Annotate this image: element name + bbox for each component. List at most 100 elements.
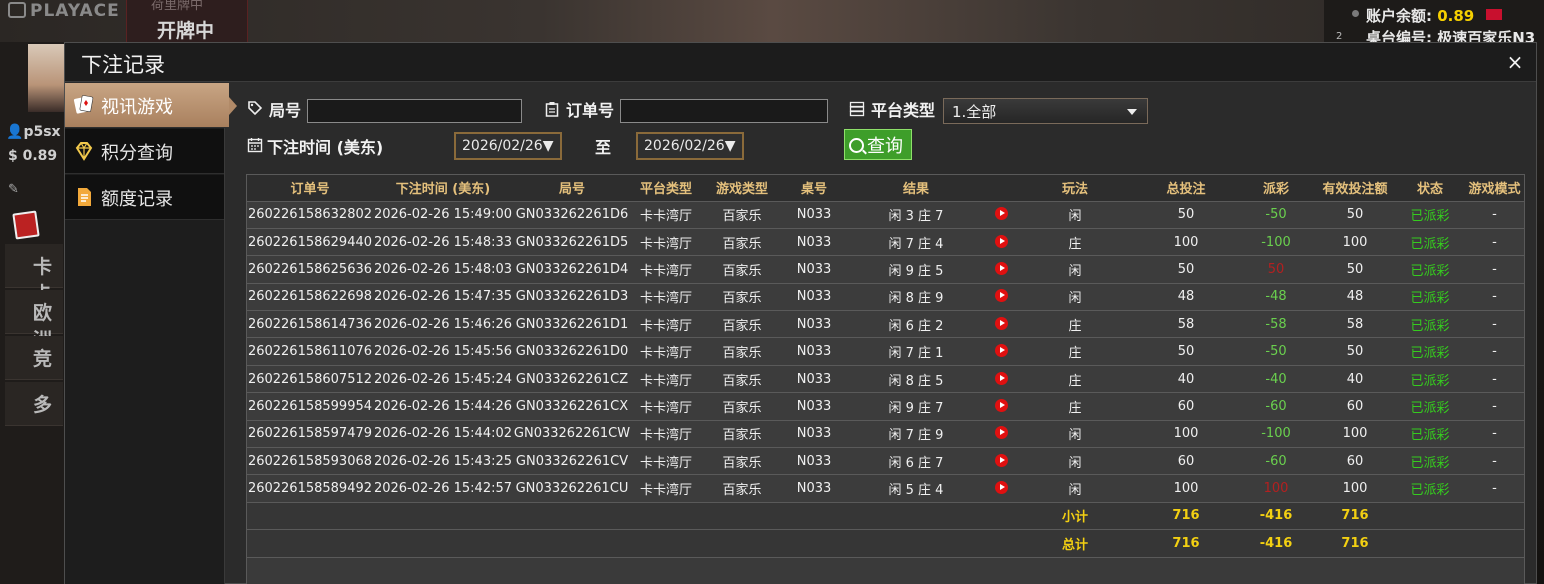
table-row[interactable]: 260226158607512 2026-02-26 15:45:24 GN0332… — [247, 365, 1524, 394]
game-type-cell: 百家乐 — [701, 365, 783, 394]
play-video-icon[interactable] — [994, 371, 1008, 385]
total-bet-cell: 100 — [1135, 420, 1237, 449]
order-id-cell: 260226158597479 — [247, 420, 373, 449]
replay-cell — [987, 337, 1015, 366]
result-cell: 闲 7 庄 4 — [845, 228, 987, 257]
round-input[interactable] — [307, 99, 522, 123]
table-row[interactable]: 260226158597479 2026-02-26 15:44:02 GN0332… — [247, 420, 1524, 449]
result-cell: 闲 3 庄 7 — [845, 201, 987, 229]
order-number-input[interactable] — [620, 99, 828, 123]
game-type-cell: 百家乐 — [701, 420, 783, 449]
status-cell: 已派彩 — [1395, 420, 1465, 449]
close-icon[interactable]: × — [1505, 51, 1525, 73]
valid-bet-cell: 48 — [1315, 283, 1395, 312]
play-video-icon[interactable] — [994, 316, 1008, 330]
table-row[interactable]: 260226158629440 2026-02-26 15:48:33 GN0332… — [247, 228, 1524, 257]
date-separator: 至 — [595, 138, 612, 157]
table-row[interactable]: 260226158599954 2026-02-26 15:44:26 GN0332… — [247, 392, 1524, 421]
game-mode-cell: - — [1465, 310, 1524, 339]
column-header: 派彩 — [1237, 175, 1315, 202]
background-balance: $ 0.89 — [8, 148, 58, 164]
table-row[interactable]: 260226158593068 2026-02-26 15:43:25 GN0332… — [247, 447, 1524, 476]
background-side-item[interactable]: 欧洲厅 — [5, 290, 63, 378]
diamond-icon — [75, 142, 93, 161]
total-row: 总计 716 -416 716 — [247, 529, 1524, 558]
dealing-indicator: 荷里牌中 开牌中 — [126, 0, 248, 42]
table-row[interactable]: 260226158625636 2026-02-26 15:48:03 GN0332… — [247, 255, 1524, 284]
empty-cell — [1395, 502, 1524, 531]
status-cell: 已派彩 — [1395, 337, 1465, 366]
background-side-item[interactable]: 多 — [5, 382, 63, 426]
result-cell: 闲 9 庄 5 — [845, 255, 987, 284]
sidebar-item-points[interactable]: 积分查询 — [65, 129, 224, 174]
result-cell: 闲 7 庄 9 — [845, 420, 987, 449]
column-header: 局号 — [513, 175, 631, 202]
bet-time-cell: 2026-02-26 15:48:03 — [373, 255, 513, 284]
total-bet-cell: 40 — [1135, 365, 1237, 394]
result-cell: 闲 8 庄 9 — [845, 283, 987, 312]
table-number-cell: N033 — [783, 255, 845, 284]
date-to-picker[interactable]: 2026/02/26▼ — [636, 132, 744, 160]
bet-type-cell: 庄 — [1015, 310, 1135, 339]
valid-bet-cell: 40 — [1315, 365, 1395, 394]
valid-bet-cell: 60 — [1315, 447, 1395, 476]
game-mode-cell: - — [1465, 337, 1524, 366]
bet-time-cell: 2026-02-26 15:46:26 — [373, 310, 513, 339]
play-video-icon[interactable] — [994, 344, 1008, 358]
table-row[interactable]: 260226158589492 2026-02-26 15:42:57 GN0332… — [247, 474, 1524, 503]
play-video-icon[interactable] — [994, 289, 1008, 303]
background-side-item[interactable]: 竞 — [5, 336, 63, 380]
game-mode-cell: - — [1465, 365, 1524, 394]
column-header: 玩法 — [1015, 175, 1135, 202]
order-id-cell: 260226158614736 — [247, 310, 373, 339]
table-row[interactable]: 260226158614736 2026-02-26 15:46:26 GN0332… — [247, 310, 1524, 339]
table-header-row: 订单号 下注时间 (美东) 局号 平台类型 游戏类型 桌号 结果 玩法 总投注 派彩 有效投注额 状态… — [247, 175, 1524, 202]
query-button[interactable]: 查询 — [844, 129, 912, 160]
total-bet-cell: 60 — [1135, 392, 1237, 421]
platform-type-cell: 卡卡湾厅 — [631, 392, 701, 421]
payout-cell: -40 — [1237, 365, 1315, 394]
avatar — [28, 44, 68, 112]
background-side-item[interactable]: 卡卡 — [5, 244, 63, 305]
play-video-icon[interactable] — [994, 207, 1008, 221]
bet-time-cell: 2026-02-26 15:44:02 — [373, 420, 513, 449]
result-cell: 闲 9 庄 7 — [845, 392, 987, 421]
chevron-down-icon: ▼ — [542, 138, 554, 154]
table-body: 260226158632802 2026-02-26 15:49:00 GN0332… — [247, 201, 1524, 558]
valid-bet-cell: 50 — [1315, 337, 1395, 366]
payout-cell: -50 — [1237, 337, 1315, 366]
clipboard-icon — [545, 102, 559, 117]
round-id-cell: GN033262261CX — [513, 392, 631, 421]
bet-records-table-container: 订单号 下注时间 (美东) 局号 平台类型 游戏类型 桌号 结果 玩法 总投注 派彩 有效投注额 状态… — [246, 174, 1525, 584]
bet-type-cell: 庄 — [1015, 337, 1135, 366]
payout-cell: -100 — [1237, 228, 1315, 257]
platform-type-label: 平台类型 — [871, 101, 936, 120]
play-video-icon[interactable] — [994, 426, 1008, 440]
platform-type-select[interactable]: 1.全部 — [943, 98, 1148, 124]
date-from-picker[interactable]: 2026/02/26▼ — [454, 132, 562, 160]
order-label: 订单号 — [566, 101, 615, 120]
play-video-icon[interactable] — [994, 453, 1008, 467]
edit-icon[interactable]: ✎ — [8, 182, 19, 197]
table-row[interactable]: 260226158611076 2026-02-26 15:45:56 GN0332… — [247, 337, 1524, 366]
query-button-label: 查询 — [867, 136, 903, 157]
order-id-cell: 260226158589492 — [247, 474, 373, 503]
play-video-icon[interactable] — [994, 234, 1008, 248]
dialog-title: 下注记录 — [81, 53, 165, 77]
play-video-icon[interactable] — [994, 261, 1008, 275]
search-icon — [849, 138, 864, 153]
sidebar-item-live-games[interactable]: 视讯游戏 — [65, 83, 237, 128]
dialog-sidebar: 视讯游戏 积分查询 额度记录 — [65, 83, 237, 584]
round-id-cell: GN033262261CW — [513, 420, 631, 449]
bet-type-cell: 庄 — [1015, 365, 1135, 394]
bet-records-table: 订单号 下注时间 (美东) 局号 平台类型 游戏类型 桌号 结果 玩法 总投注 派彩 有效投注额 状态… — [247, 175, 1524, 558]
tag-icon — [248, 101, 263, 116]
round-id-cell: GN033262261CV — [513, 447, 631, 476]
table-row[interactable]: 260226158632802 2026-02-26 15:49:00 GN0332… — [247, 201, 1524, 229]
table-row[interactable]: 260226158622698 2026-02-26 15:47:35 GN0332… — [247, 283, 1524, 312]
round-label: 局号 — [269, 101, 302, 120]
play-video-icon[interactable] — [994, 481, 1008, 495]
sidebar-item-credit-records[interactable]: 额度记录 — [65, 175, 224, 220]
payout-cell: -58 — [1237, 310, 1315, 339]
play-video-icon[interactable] — [994, 398, 1008, 412]
